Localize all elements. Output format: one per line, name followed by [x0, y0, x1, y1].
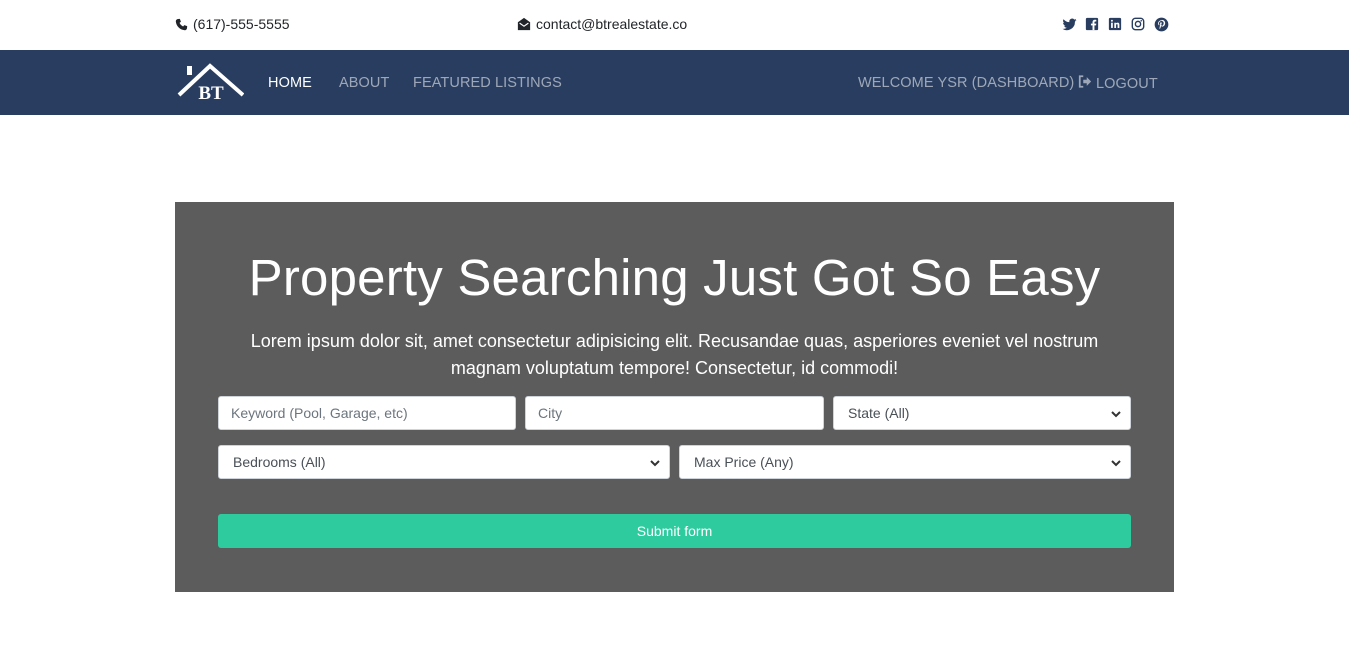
max-price-select[interactable]: Max Price (Any): [679, 445, 1131, 479]
keyword-placeholder: Keyword (Pool, Garage, etc): [231, 405, 408, 421]
city-placeholder: City: [538, 405, 563, 421]
chevron-down-icon: [1110, 407, 1122, 419]
nav-about[interactable]: ABOUT: [339, 75, 389, 91]
hero-title: Property Searching Just Got So Easy: [248, 249, 1101, 306]
email-contact[interactable]: contact@btrealestate.co: [517, 16, 687, 32]
instagram-icon[interactable]: [1131, 17, 1146, 32]
phone-icon: [175, 18, 188, 31]
nav-featured-listings[interactable]: FEATURED LISTINGS: [413, 75, 562, 91]
state-selected-value: State (All): [848, 405, 910, 421]
brand-logo[interactable]: BT: [177, 63, 245, 104]
city-input[interactable]: City: [525, 396, 824, 430]
bedrooms-select[interactable]: Bedrooms (All): [218, 445, 670, 479]
phone-contact[interactable]: (617)-555-5555: [175, 16, 290, 32]
logo-text: BT: [198, 83, 224, 101]
hero-description: Lorem ipsum dolor sit, amet consectetur …: [250, 331, 1099, 378]
envelope-open-icon: [517, 17, 531, 31]
phone-number: (617)-555-5555: [193, 16, 290, 32]
main-navbar: BT HOME ABOUT FEATURED LISTINGS WELCOME …: [0, 50, 1349, 115]
bedrooms-selected-value: Bedrooms (All): [233, 454, 326, 470]
keyword-input[interactable]: Keyword (Pool, Garage, etc): [218, 396, 516, 430]
search-hero: Property Searching Just Got So Easy Lore…: [175, 202, 1174, 592]
state-select[interactable]: State (All): [833, 396, 1131, 430]
pinterest-icon[interactable]: [1154, 17, 1169, 32]
top-bar: (617)-555-5555 contact@btrealestate.co: [0, 0, 1349, 50]
facebook-icon[interactable]: [1085, 17, 1100, 32]
chevron-down-icon: [649, 456, 661, 468]
submit-button[interactable]: Submit form: [218, 514, 1131, 548]
twitter-icon[interactable]: [1062, 17, 1077, 32]
sign-out-icon: [1078, 75, 1092, 92]
linkedin-icon[interactable]: [1108, 17, 1123, 32]
logout-label: LOGOUT: [1096, 75, 1158, 92]
social-links: [1062, 17, 1169, 32]
price-selected-value: Max Price (Any): [694, 454, 794, 470]
nav-logout[interactable]: LOGOUT: [1078, 75, 1158, 92]
chevron-down-icon: [1110, 456, 1122, 468]
nav-home[interactable]: HOME: [268, 75, 312, 91]
email-address: contact@btrealestate.co: [536, 16, 688, 32]
nav-dashboard[interactable]: WELCOME YSR (DASHBOARD): [858, 75, 1074, 91]
